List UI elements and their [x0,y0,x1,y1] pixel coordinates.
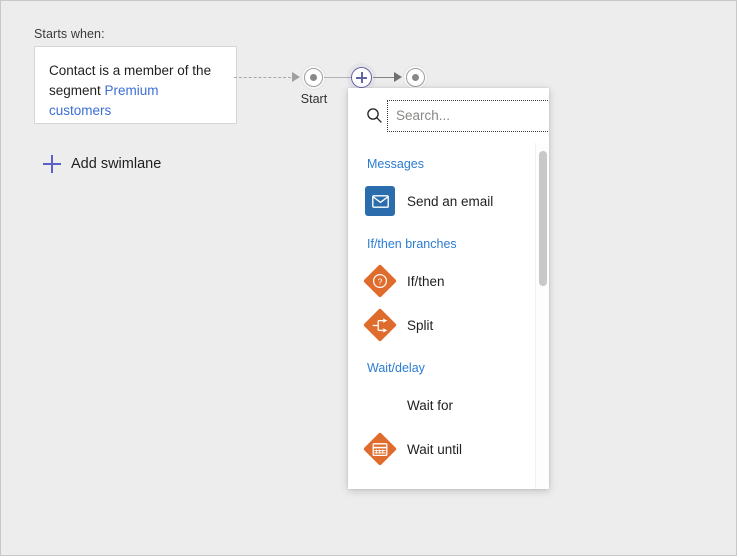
question-mark-icon: ? [365,266,395,296]
start-node-caption: Start [292,92,336,106]
starts-when-label: Starts when: [34,27,105,41]
menu-item-label: Wait for [407,398,453,413]
arrow-head-icon [292,72,300,82]
add-step-plus-circle-icon[interactable] [351,67,372,88]
trigger-card-text: Contact is a member of the segment Premi… [49,61,222,121]
menu-item-wait-until[interactable]: Wait until [348,427,549,471]
end-node-dot [412,74,419,81]
search-input[interactable] [388,101,549,131]
add-swimlane-label: Add swimlane [71,156,161,172]
end-node-icon[interactable] [406,68,425,87]
plus-icon [43,155,61,173]
clock-icon [365,390,395,420]
menu-item-wait-for[interactable]: Wait for [348,383,549,427]
arrow-head-icon-2 [394,72,402,82]
menu-item-label: Send an email [407,194,493,209]
calendar-icon [365,434,395,464]
search-icon [360,107,388,124]
menu-item-label: If/then [407,274,445,289]
section-header-messages: Messages [348,157,549,171]
flyout-scrollbar-track[interactable] [535,143,549,489]
start-node-dot [310,74,317,81]
section-header-if-then-branches: If/then branches [348,237,549,251]
search-row [348,88,549,143]
menu-item-send-an-email[interactable]: Send an email [348,179,549,223]
trigger-card[interactable]: Contact is a member of the segment Premi… [34,46,237,124]
menu-item-label: Split [407,318,433,333]
flyout-scrollbar-thumb[interactable] [539,151,547,286]
menu-item-if-then[interactable]: ? If/then [348,259,549,303]
menu-item-split[interactable]: Split [348,303,549,347]
start-node-icon[interactable] [304,68,323,87]
flyout-items-list: Messages Send an email If/then branches [348,143,549,489]
menu-item-label: Wait until [407,442,462,457]
add-step-flyout-panel: Messages Send an email If/then branches [348,88,549,489]
journey-canvas: Starts when: Contact is a member of the … [0,0,737,556]
svg-text:?: ? [378,276,383,286]
add-swimlane-button[interactable]: Add swimlane [43,155,161,173]
split-branch-icon [365,310,395,340]
dashed-connector [234,77,291,78]
envelope-icon [365,186,395,216]
section-header-wait-delay: Wait/delay [348,361,549,375]
